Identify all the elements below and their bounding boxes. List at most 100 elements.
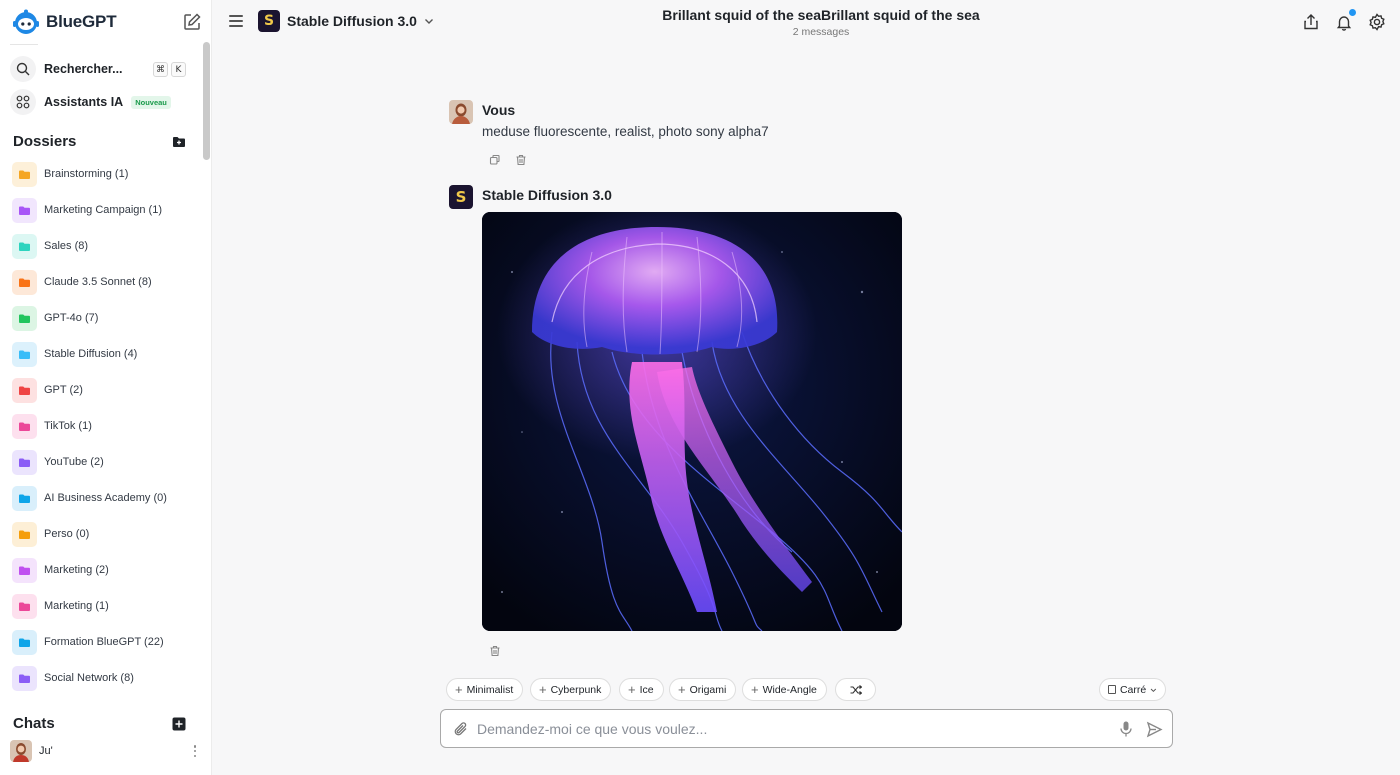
folder-item[interactable]: GPT (2) [12,377,197,403]
folder-item[interactable]: Brainstorming (1) [12,161,197,187]
aspect-ratio-label: Carré [1119,683,1147,696]
jellyfish-image [482,212,902,631]
square-icon [1108,685,1116,694]
folder-item[interactable]: Perso (0) [12,521,197,547]
assistants-button[interactable]: Assistants IA Nouveau [10,89,171,115]
new-badge: Nouveau [131,95,171,109]
style-chip-minimalist[interactable]: + Minimalist [446,678,524,701]
send-icon[interactable] [1146,721,1163,738]
shortcut-key: ⌘ [153,62,168,77]
search-shortcut: ⌘ K [153,62,186,77]
plus-icon: + [539,682,547,697]
folder-item[interactable]: GPT-4o (7) [12,305,197,331]
model-avatar: S [449,185,473,209]
folder-icon [12,413,37,439]
search-icon [10,56,36,82]
folder-item[interactable]: Marketing (2) [12,557,197,583]
folder-icon [12,557,37,583]
more-options-icon[interactable] [191,743,199,759]
add-folder-icon[interactable] [172,135,186,149]
folder-label: Sales (8) [44,240,89,252]
message-author: Vous [482,102,516,118]
folder-label: Marketing (2) [44,564,109,576]
generated-image[interactable] [482,212,902,631]
assistants-label: Assistants IA [44,95,124,109]
folder-item[interactable]: Claude 3.5 Sonnet (8) [12,269,197,295]
brand[interactable]: BlueGPT [12,8,117,36]
folder-item[interactable]: YouTube (2) [12,449,197,475]
paperclip-icon[interactable] [453,720,469,738]
trash-icon[interactable] [489,645,501,657]
style-chip-wide-angle[interactable]: + Wide-Angle [742,678,827,701]
brand-name: BlueGPT [46,12,117,31]
message-input[interactable] [477,718,1107,740]
style-chip-origami[interactable]: + Origami [669,678,737,701]
grid-icon [10,89,36,115]
message-text: meduse fluorescente, realist, photo sony… [482,124,769,139]
plus-icon: + [628,682,636,697]
microphone-icon[interactable] [1119,720,1133,738]
folder-item[interactable]: Marketing (1) [12,593,197,619]
conversation-title: Brillant squid of the seaBrillant squid … [662,7,980,23]
folder-label: Stable Diffusion (4) [44,348,138,360]
folder-label: Marketing (1) [44,600,109,612]
trash-icon[interactable] [515,154,527,166]
folder-label: Claude 3.5 Sonnet (8) [44,276,152,288]
style-chip-label: Wide-Angle [762,683,817,696]
folder-icon [12,197,37,223]
folder-item[interactable]: AI Business Academy (0) [12,485,197,511]
folder-item[interactable]: Stable Diffusion (4) [12,341,197,367]
search-label: Rechercher... [44,62,123,76]
shuffle-icon [850,684,862,695]
folder-label: Social Network (8) [44,672,134,684]
user-name: Ju' [39,745,53,757]
folder-item[interactable]: Sales (8) [12,233,197,259]
search-button[interactable]: Rechercher... [10,56,123,82]
folder-label: Marketing Campaign (1) [44,204,162,216]
sidebar-scrollbar[interactable] [203,42,210,160]
folder-icon [12,521,37,547]
share-icon[interactable] [1302,13,1320,31]
user-avatar [449,100,473,124]
add-chat-icon[interactable] [172,717,186,731]
style-chip-label: Ice [639,683,654,696]
style-chip-cyberpunk[interactable]: + Cyberpunk [530,678,612,701]
notification-dot [1349,9,1356,16]
folder-item[interactable]: Social Network (8) [12,665,197,691]
gear-icon[interactable] [1368,13,1386,31]
folder-item[interactable]: Marketing Campaign (1) [12,197,197,223]
plus-icon: + [678,682,686,697]
style-chip-ice[interactable]: + Ice [619,678,664,701]
divider [10,44,38,45]
plus-icon: + [751,682,759,697]
chats-title: Chats [13,715,55,732]
folder-label: AI Business Academy (0) [44,492,167,504]
avatar [10,740,32,762]
folder-icon [12,377,37,403]
user-row[interactable]: Ju' [10,740,204,762]
style-chip-label: Minimalist [466,683,514,696]
folder-icon [12,593,37,619]
folder-icon [12,305,37,331]
folder-icon [12,665,37,691]
folder-item[interactable]: Formation BlueGPT (22) [12,629,197,655]
style-chip-label: Cyberpunk [550,683,602,696]
folder-icon [12,233,37,259]
folder-label: YouTube (2) [44,456,104,468]
shortcut-key: K [171,62,186,77]
folder-label: GPT-4o (7) [44,312,99,324]
bluegpt-logo-icon [13,9,39,34]
new-chat-icon[interactable] [182,12,202,32]
folder-label: TikTok (1) [44,420,92,432]
plus-icon: + [455,682,463,697]
folder-icon [12,161,37,187]
folder-icon [12,485,37,511]
shuffle-button[interactable] [835,678,876,701]
folder-label: Perso (0) [44,528,90,540]
model-avatar-letter: S [455,188,467,206]
top-bar: S Stable Diffusion 3.0 Brillant squid of… [213,0,1400,44]
copy-icon[interactable] [489,154,501,166]
aspect-ratio-select[interactable]: Carré [1099,678,1166,701]
folder-icon [12,449,37,475]
folder-item[interactable]: TikTok (1) [12,413,197,439]
